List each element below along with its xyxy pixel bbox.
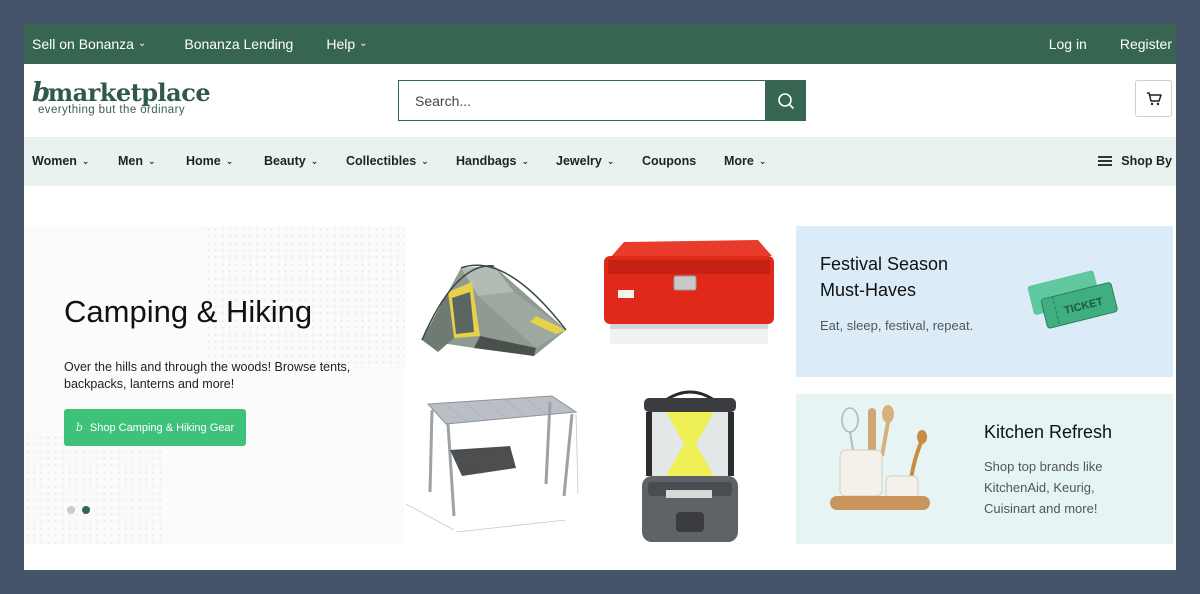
hamburger-icon bbox=[1098, 156, 1113, 166]
hero-title: Camping & Hiking bbox=[64, 294, 313, 329]
chevron-down-icon: ⌄ bbox=[137, 38, 147, 49]
nav-label: Handbags bbox=[456, 154, 517, 168]
festival-title-line2: Must-Haves bbox=[820, 280, 917, 300]
logo-tagline: everything but the ordinary bbox=[38, 104, 185, 116]
bonanza-b-icon: b bbox=[75, 421, 83, 434]
logo[interactable]: b marketplace everything but the ordinar… bbox=[32, 78, 211, 117]
help-label: Help bbox=[326, 36, 356, 52]
carousel-dot-1[interactable] bbox=[67, 506, 75, 514]
nav-home[interactable]: Home ⌄ bbox=[186, 154, 233, 168]
shop-by-label: Shop By bbox=[1121, 154, 1172, 168]
nav-beauty[interactable]: Beauty ⌄ bbox=[264, 154, 318, 168]
nav-more[interactable]: More ⌄ bbox=[724, 154, 766, 168]
sell-on-bonanza-menu[interactable]: Sell on Bonanza ⌄ bbox=[32, 36, 146, 52]
nav-women[interactable]: Women ⌄ bbox=[32, 154, 89, 168]
ticket-image: TICKET bbox=[1027, 270, 1118, 329]
folding-table-image[interactable] bbox=[406, 394, 581, 532]
search-button[interactable] bbox=[765, 80, 806, 121]
nav-label: Jewelry bbox=[556, 154, 602, 168]
nav-label: Home bbox=[186, 154, 221, 168]
category-nav: Women ⌄ Men ⌄ Home ⌄ Beauty ⌄ Collectibles ⌄ … bbox=[24, 137, 1176, 186]
shop-by-menu[interactable]: Shop By bbox=[1098, 154, 1172, 168]
festival-title-line1: Festival Season bbox=[820, 254, 949, 274]
utensil-holder-image bbox=[830, 405, 930, 510]
nav-label: Beauty bbox=[264, 154, 306, 168]
kitchen-promo-card[interactable]: Kitchen Refresh Shop top brands like Kit… bbox=[796, 394, 1173, 544]
tent-image[interactable] bbox=[416, 252, 576, 362]
hero-banner: Camping & Hiking Over the hills and thro… bbox=[24, 226, 405, 544]
chevron-down-icon: ⌄ bbox=[606, 155, 615, 166]
logo-wordmark: marketplace bbox=[47, 78, 211, 107]
search-icon bbox=[777, 92, 794, 109]
page-frame: Sell on Bonanza ⌄ Bonanza Lending Help ⌄… bbox=[24, 24, 1176, 570]
nav-collectibles[interactable]: Collectibles ⌄ bbox=[346, 154, 429, 168]
nav-handbags[interactable]: Handbags ⌄ bbox=[456, 154, 529, 168]
festival-promo-card[interactable]: Festival Season Must-Haves Eat, sleep, f… bbox=[796, 226, 1173, 377]
kitchen-subtitle-line2: KitchenAid, Keurig, bbox=[984, 480, 1095, 495]
login-label: Log in bbox=[1048, 36, 1087, 52]
login-link[interactable]: Log in bbox=[1049, 36, 1087, 52]
chevron-down-icon: ⌄ bbox=[225, 155, 234, 166]
chevron-down-icon: ⌄ bbox=[81, 155, 90, 166]
lantern-image[interactable] bbox=[636, 390, 744, 546]
festival-subtitle: Eat, sleep, festival, repeat. bbox=[820, 318, 974, 333]
hero-description: Over the hills and through the woods! Br… bbox=[64, 360, 351, 391]
chevron-down-icon: ⌄ bbox=[359, 38, 368, 49]
register-label: Register bbox=[1119, 36, 1172, 52]
nav-men[interactable]: Men ⌄ bbox=[118, 154, 156, 168]
cart-button[interactable] bbox=[1135, 80, 1172, 117]
chevron-down-icon: ⌄ bbox=[148, 155, 156, 166]
nav-label: More bbox=[724, 154, 754, 168]
nav-label: Coupons bbox=[642, 154, 697, 168]
chevron-down-icon: ⌄ bbox=[758, 155, 767, 166]
kitchen-subtitle-line3: Cuisinart and more! bbox=[984, 501, 1098, 516]
nav-coupons[interactable]: Coupons bbox=[642, 154, 696, 168]
cart-icon bbox=[1146, 92, 1162, 106]
carousel-indicators bbox=[67, 506, 90, 514]
search-input[interactable] bbox=[398, 80, 765, 121]
carousel-dot-2[interactable] bbox=[82, 506, 90, 514]
register-link[interactable]: Register bbox=[1120, 36, 1172, 52]
cooler-image[interactable] bbox=[598, 238, 778, 348]
search-bar bbox=[398, 80, 806, 121]
header: b marketplace everything but the ordinar… bbox=[24, 64, 1176, 137]
nav-label: Collectibles bbox=[346, 154, 417, 168]
chevron-down-icon: ⌄ bbox=[521, 155, 529, 166]
top-bar: Sell on Bonanza ⌄ Bonanza Lending Help ⌄… bbox=[24, 24, 1176, 64]
nav-label: Women bbox=[32, 154, 77, 168]
nav-label: Men bbox=[118, 154, 143, 168]
lending-label: Bonanza Lending bbox=[184, 36, 294, 52]
cta-label: Shop Camping & Hiking Gear bbox=[89, 421, 235, 434]
help-menu[interactable]: Help ⌄ bbox=[326, 36, 367, 52]
kitchen-subtitle-line1: Shop top brands like bbox=[984, 459, 1103, 474]
nav-jewelry[interactable]: Jewelry ⌄ bbox=[556, 154, 614, 168]
shop-camping-button[interactable]: b Shop Camping & Hiking Gear bbox=[64, 409, 246, 446]
chevron-down-icon: ⌄ bbox=[310, 155, 319, 166]
sell-label: Sell on Bonanza bbox=[32, 36, 134, 52]
chevron-down-icon: ⌄ bbox=[421, 155, 429, 166]
hero-pattern bbox=[24, 434, 164, 544]
bonanza-lending-link[interactable]: Bonanza Lending bbox=[184, 36, 293, 52]
kitchen-title: Kitchen Refresh bbox=[984, 422, 1113, 442]
